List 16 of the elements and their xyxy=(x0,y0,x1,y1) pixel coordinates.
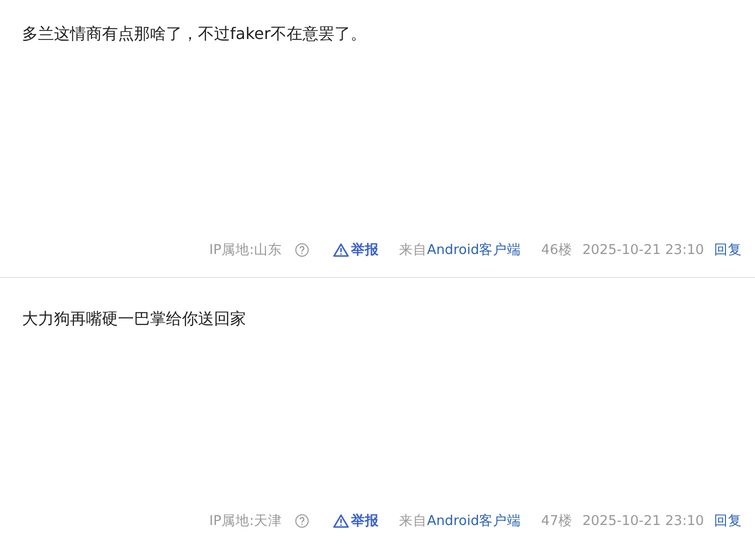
ip-location: IP属地:天津 xyxy=(209,512,282,530)
ip-location: IP属地:山东 xyxy=(209,241,282,259)
floor-number: 47楼 xyxy=(541,512,572,530)
post-time: 2025-10-21 23:10 xyxy=(582,242,704,258)
report-link[interactable]: 举报 xyxy=(332,512,379,530)
post-text: 多兰这情商有点那啥了，不过faker不在意罢了。 xyxy=(22,23,368,45)
report-link[interactable]: 举报 xyxy=(332,241,379,259)
floor-number: 46楼 xyxy=(541,241,572,259)
source-label: 来自 xyxy=(398,242,427,258)
post-text: 大力狗再嘴硬一巴掌给你送回家 xyxy=(22,308,247,330)
reply-link[interactable]: 回复 xyxy=(714,512,742,530)
post-time: 2025-10-21 23:10 xyxy=(582,513,704,529)
reply-link[interactable]: 回复 xyxy=(714,241,742,259)
client-link[interactable]: Android客户端 xyxy=(426,242,522,258)
client-link[interactable]: Android客户端 xyxy=(426,513,522,529)
source-label: 来自 xyxy=(398,513,427,529)
